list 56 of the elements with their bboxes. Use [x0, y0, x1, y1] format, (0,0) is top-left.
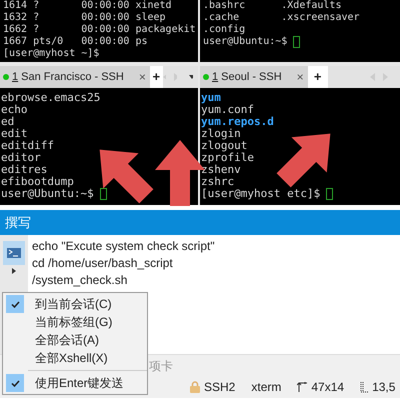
terminal-line: edit — [1, 128, 28, 140]
terminal-line: yum — [201, 92, 221, 104]
terminal-line: zlogin — [201, 128, 241, 140]
status-text: 47x14 — [311, 379, 344, 396]
menu-label: 使用Enter键发送 — [35, 375, 124, 392]
terminal-line: [user@myhost ~]$ — [3, 48, 100, 60]
terminal-line: editres — [1, 164, 48, 176]
close-icon[interactable]: × — [138, 68, 146, 86]
terminal-line: ed — [1, 116, 14, 128]
menu-item[interactable]: 当前标签组(G) — [3, 313, 147, 331]
terminal-line: user@Ubuntu:~$ — [1, 188, 94, 200]
menu-label: 当前标签组(G) — [35, 314, 112, 331]
terminal-line: .config — [203, 24, 246, 36]
terminal-line: yum.repos.d — [201, 116, 274, 128]
status-text: SSH2 — [204, 379, 236, 396]
terminal-line: zprofile — [201, 152, 254, 164]
menu-item[interactable]: 到当前会话(C) — [3, 295, 147, 313]
tab-title: Seoul - SSH — [221, 70, 282, 85]
close-icon[interactable]: × — [296, 68, 304, 86]
terminal-line: 1614 ? 00:00:00 xinetd — [3, 0, 172, 12]
terminal-line: editor — [1, 152, 41, 164]
terminal-line: zlogout — [201, 140, 248, 152]
terminal-line: zshenv — [201, 164, 241, 176]
terminal-line: user@Ubuntu:~$ — [203, 36, 288, 48]
menu-item[interactable]: 全部会话(A) — [3, 331, 147, 349]
terminal-line: 1632 ? 00:00:00 sleep — [3, 12, 166, 24]
tab-strip-label: 项卡 — [149, 358, 173, 374]
session-tab[interactable]: 1 Seoul - SSH × — [200, 66, 308, 88]
menu-label: 全部会话(A) — [35, 332, 99, 349]
compose-title: 撰写 — [5, 214, 31, 232]
terminal-line: 1667 pts/0 00:00:00 ps — [3, 36, 148, 48]
menu-item[interactable]: 全部Xshell(X) — [3, 349, 147, 367]
terminal-line: .cache .xscreensaver — [203, 12, 360, 24]
status-text: xterm — [251, 379, 282, 396]
terminal-line: ebrowse.emacs25 — [1, 92, 100, 104]
terminal-line: 1662 ? 00:00:00 packagekit — [3, 24, 196, 36]
tab-number: 1 — [12, 70, 18, 85]
script-line: /system_check.sh — [32, 272, 128, 289]
add-tab-button[interactable]: + — [308, 66, 328, 88]
status-text: 13,5 — [372, 379, 396, 396]
terminal-line: [user@myhost etc]$ — [201, 188, 320, 200]
script-line: cd /home/user/bash_script — [32, 255, 174, 272]
terminal-line: .bashrc .Xdefaults — [203, 0, 342, 12]
menu-label: 到当前会话(C) — [35, 296, 112, 313]
terminal-line: editdiff — [1, 140, 54, 152]
script-line: echo "Excute system check script" — [32, 238, 215, 255]
menu-item[interactable]: 使用Enter键发送 — [3, 374, 147, 392]
terminal-line: efibootdump — [1, 176, 74, 188]
terminal-line: zshrc — [201, 176, 234, 188]
tab-title: San Francisco - SSH — [21, 70, 124, 85]
terminal-line: echo — [1, 104, 28, 116]
terminal-line: yum.conf — [201, 104, 254, 116]
tab-number: 1 — [212, 70, 218, 85]
session-tab[interactable]: 1 San Francisco - SSH × — [0, 66, 150, 88]
menu-label: 全部Xshell(X) — [35, 350, 108, 367]
add-tab-button[interactable]: + — [150, 66, 163, 88]
